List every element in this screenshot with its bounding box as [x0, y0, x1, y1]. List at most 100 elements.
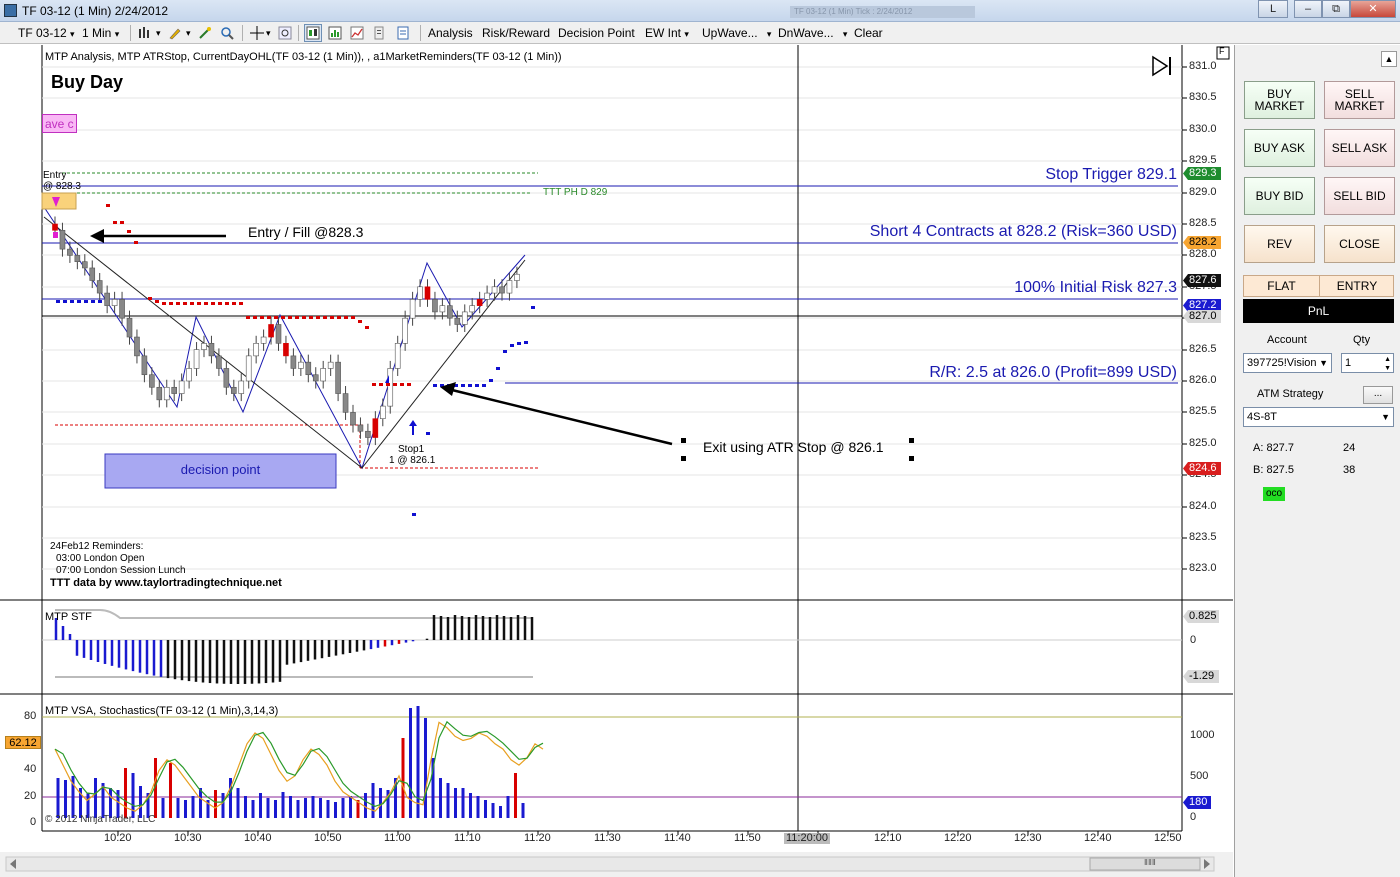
- magnifier-icon[interactable]: [276, 24, 294, 42]
- maximize-button[interactable]: ⧉: [1322, 0, 1350, 18]
- magic-wand-icon[interactable]: [196, 24, 214, 42]
- chart-area[interactable]: MTP Analysis, MTP ATRStop, CurrentDayOHL…: [0, 45, 1233, 877]
- reminders-title: 24Feb12 Reminders:: [50, 541, 144, 552]
- decision-point-menu[interactable]: Decision Point: [558, 25, 635, 41]
- chevron-down-icon: ▾: [684, 29, 689, 39]
- qty-stepper[interactable]: 1 ▲ ▼: [1341, 353, 1394, 373]
- scrollbar-grip[interactable]: ⅡⅡⅡ: [1144, 859, 1156, 867]
- stepper-down-icon[interactable]: ▼: [1384, 360, 1391, 378]
- short-contracts-label: Short 4 Contracts at 828.2 (Risk=360 USD…: [869, 223, 1177, 240]
- buy-bid-button[interactable]: BUY BID: [1244, 177, 1315, 215]
- properties-icon[interactable]: [370, 24, 388, 42]
- ttt-data-credit: TTT data by www.taylortradingtechnique.n…: [50, 577, 282, 589]
- instrument-selector[interactable]: TF 03-12 ▾: [18, 25, 75, 42]
- ask-size: 24: [1343, 442, 1356, 454]
- atm-more-button[interactable]: ...: [1363, 386, 1393, 404]
- entry-position[interactable]: ENTRY: [1320, 276, 1394, 296]
- short-price-tag: 828.2: [1183, 236, 1221, 249]
- line-chart-icon[interactable]: [348, 24, 366, 42]
- target-price-tag: 824.6: [1183, 462, 1221, 475]
- dnwave-menu[interactable]: DnWave... ▾: [778, 25, 847, 42]
- entry-price-note: @ 828.3: [43, 181, 81, 192]
- chart-trader-icon[interactable]: [304, 24, 322, 42]
- qty-label: Qty: [1353, 334, 1371, 346]
- f-box-label[interactable]: F: [1219, 47, 1225, 56]
- time-axis-label: 11:50: [734, 832, 761, 844]
- interval-selector[interactable]: 1 Min ▾: [82, 25, 119, 42]
- sell-bid-button[interactable]: SELL BID: [1324, 177, 1395, 215]
- chevron-down-icon: ▾: [766, 29, 772, 39]
- crosshair-icon[interactable]: [248, 24, 266, 42]
- price-axis-tick: 824.0: [1189, 500, 1217, 512]
- buy-day-label: Buy Day: [51, 72, 124, 92]
- window-title: TF 03-12 (1 Min) 2/24/2012: [22, 4, 169, 18]
- minimize-button[interactable]: –: [1294, 0, 1322, 18]
- analysis-menu[interactable]: Analysis: [428, 25, 473, 41]
- stochastic-axis-tick: 0: [30, 816, 37, 829]
- price-axis-tick: 828.5: [1189, 217, 1217, 229]
- buy-market-button[interactable]: BUY MARKET: [1244, 81, 1315, 119]
- atm-strategy-label: ATM Strategy: [1257, 388, 1324, 400]
- zoom-icon[interactable]: [218, 24, 236, 42]
- price-axis-tick: 831.0: [1189, 60, 1217, 72]
- time-axis-label: 11:20:00: [784, 832, 831, 844]
- volume-axis-tick: 0: [1190, 811, 1197, 823]
- sell-ask-button[interactable]: SELL ASK: [1324, 129, 1395, 167]
- risk-reward-menu[interactable]: Risk/Reward: [482, 25, 550, 41]
- exit-note-label: Exit using ATR Stop @ 826.1: [703, 439, 884, 455]
- close-position-button[interactable]: CLOSE: [1324, 225, 1395, 263]
- ew-int-menu[interactable]: EW Int ▾: [645, 25, 689, 42]
- title-bar: TF 03-12 (1 Min) 2/24/2012 TF 03-12 (1 M…: [0, 0, 1400, 22]
- flat-position[interactable]: FLAT: [1244, 276, 1320, 296]
- link-button[interactable]: L: [1258, 0, 1288, 18]
- time-axis-label: 10:50: [314, 832, 342, 844]
- sell-market-button[interactable]: SELL MARKET: [1324, 81, 1395, 119]
- stf-zero-tick: 0: [1190, 634, 1197, 646]
- price-axis-tick: 829.0: [1189, 186, 1217, 198]
- stop-trigger-price-tag: 829.3: [1183, 167, 1221, 180]
- price-axis-tick: 825.0: [1189, 437, 1217, 449]
- account-select[interactable]: 397725!Vision ▼: [1243, 353, 1332, 373]
- oco-badge[interactable]: oco: [1263, 487, 1285, 501]
- low-line-price-tag: 827.0: [1183, 310, 1221, 323]
- account-label: Account: [1267, 334, 1307, 346]
- buy-ask-button[interactable]: BUY ASK: [1244, 129, 1315, 167]
- time-axis-label: 11:00: [384, 832, 411, 844]
- notes-icon[interactable]: [394, 24, 412, 42]
- reverse-button[interactable]: REV: [1244, 225, 1315, 263]
- price-axis-tick: 826.5: [1189, 343, 1217, 355]
- price-axis-tick: 829.5: [1189, 154, 1217, 166]
- data-box-icon[interactable]: [326, 24, 344, 42]
- chevron-down-icon[interactable]: ▾: [156, 25, 161, 41]
- entry-note: Entry: [43, 170, 67, 181]
- close-window-button[interactable]: ✕: [1350, 0, 1396, 18]
- chevron-down-icon[interactable]: ▾: [266, 25, 271, 41]
- chevron-down-icon: ▾: [70, 29, 75, 39]
- chevron-down-icon: ▾: [114, 29, 120, 39]
- time-axis-label: 11:10: [454, 832, 481, 844]
- panel-collapse-icon[interactable]: ▲: [1381, 51, 1397, 67]
- copyright-label: © 2012 NinjaTrader, LLC: [45, 814, 156, 825]
- atm-strategy-select[interactable]: 4S-8T ▼: [1243, 407, 1394, 427]
- reminder-item: 03:00 London Open: [56, 553, 145, 564]
- chevron-down-icon: ▼: [1319, 358, 1328, 368]
- pencil-icon[interactable]: [166, 24, 184, 42]
- volume-value-tag: 180: [1183, 796, 1211, 809]
- vsa-title: MTP VSA, Stochastics(TF 03-12 (1 Min),3,…: [45, 705, 279, 717]
- stf-title: MTP STF: [45, 611, 92, 623]
- wave-tag: ave c: [42, 114, 77, 133]
- chevron-down-icon: ▾: [842, 29, 848, 39]
- clear-button[interactable]: Clear: [854, 25, 883, 41]
- chart-trader-panel: ▲ BUY MARKET SELL MARKET BUY ASK SELL AS…: [1234, 45, 1400, 877]
- chevron-down-icon[interactable]: ▾: [186, 25, 191, 41]
- time-axis-label: 12:10: [874, 832, 902, 844]
- bar-type-icon[interactable]: [136, 24, 154, 42]
- time-axis-label: 10:40: [244, 832, 272, 844]
- decision-point-label[interactable]: decision point: [105, 463, 336, 476]
- upwave-menu[interactable]: UpWave... ▾: [702, 25, 771, 42]
- stop1-label: Stop1: [398, 444, 425, 455]
- stochastic-axis-tick: 80: [24, 710, 37, 722]
- stop1-price-label: 1 @ 826.1: [389, 455, 436, 466]
- bid-size: 38: [1343, 464, 1356, 476]
- app-icon: [4, 4, 17, 17]
